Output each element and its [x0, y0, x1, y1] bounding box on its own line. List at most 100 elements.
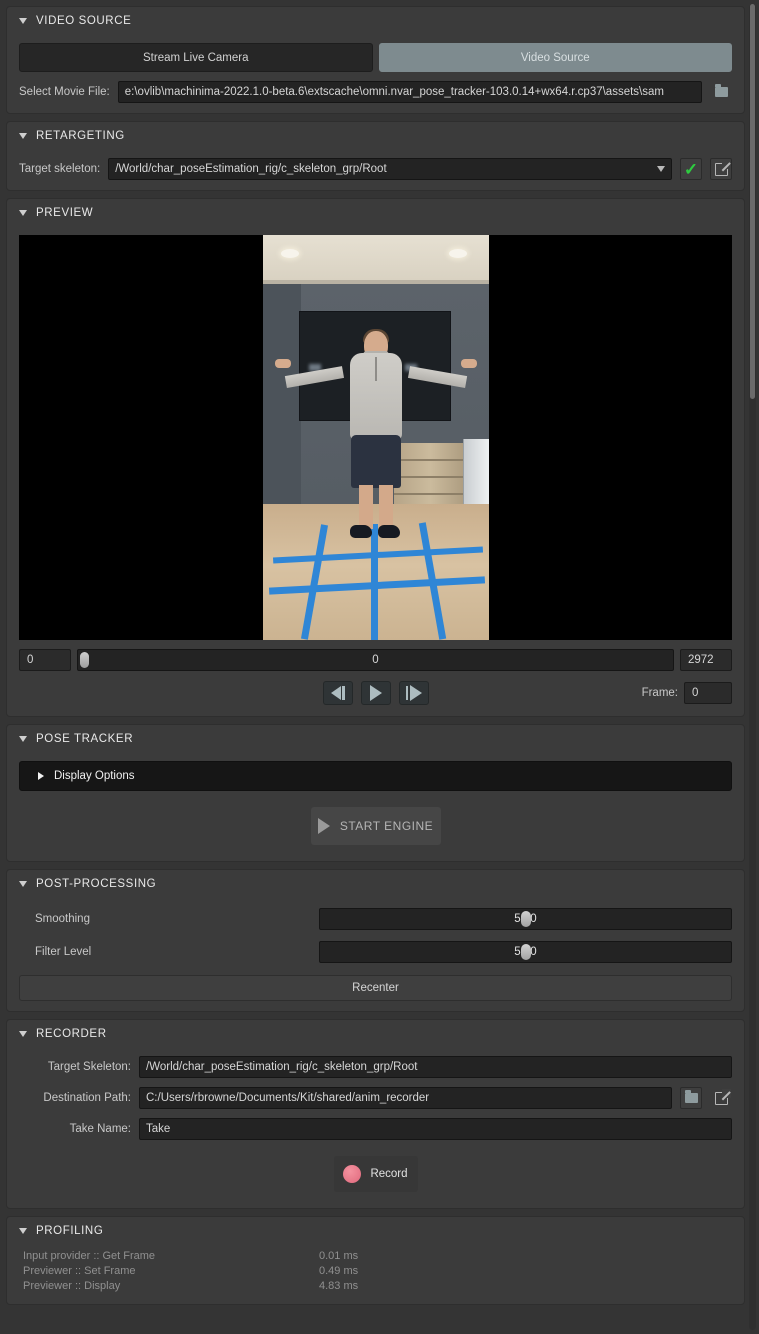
smoothing-label: Smoothing: [35, 913, 90, 925]
step-back-button[interactable]: [322, 681, 353, 705]
timeline-slider[interactable]: 0: [77, 649, 674, 671]
profiling-time: 0.49 ms: [319, 1265, 359, 1277]
chevron-down-icon[interactable]: [19, 880, 27, 887]
timeline-start-field[interactable]: 0: [19, 649, 71, 671]
movie-file-browse-button[interactable]: [710, 81, 732, 103]
frame-readout: Frame: 0: [642, 682, 732, 704]
chevron-down-icon[interactable]: [19, 17, 27, 24]
folder-icon: [684, 1090, 698, 1103]
filter-level-slider-handle[interactable]: [520, 944, 531, 960]
section-header-retargeting[interactable]: RETARGETING: [7, 122, 744, 149]
target-skeleton-row: Target skeleton: /World/char_poseEstimat…: [19, 158, 732, 180]
scrollbar-thumb[interactable]: [750, 4, 755, 399]
target-skeleton-label: Target skeleton:: [19, 163, 101, 175]
person-leg-right: [378, 485, 393, 529]
section-header-profiling[interactable]: PROFILING: [7, 1217, 744, 1244]
section-header-post-processing[interactable]: POST-PROCESSING: [7, 870, 744, 897]
destination-browse-button[interactable]: [680, 1087, 702, 1109]
play-icon: [369, 685, 382, 701]
vertical-scrollbar[interactable]: [749, 4, 756, 1330]
chevron-right-icon[interactable]: [38, 772, 44, 780]
timeline: 0 0 2972: [19, 649, 732, 671]
filter-level-slider[interactable]: 50.0: [319, 941, 732, 963]
play-button[interactable]: [360, 681, 391, 705]
frame-label: Frame:: [641, 687, 678, 699]
timeline-current-value: 0: [372, 654, 379, 666]
timeline-end-field[interactable]: 2972: [680, 649, 732, 671]
smoothing-slider[interactable]: 50.0: [319, 908, 732, 930]
chevron-down-icon[interactable]: [19, 1030, 27, 1037]
tab-video-source[interactable]: Video Source: [378, 43, 732, 72]
pose-tracker-panel: VIDEO SOURCE Stream Live Camera Video So…: [0, 0, 759, 1334]
recorder-destination-path-label: Destination Path:: [43, 1092, 131, 1104]
frame-input[interactable]: 0: [684, 682, 732, 704]
profiling-row: Previewer :: Set Frame 0.49 ms: [19, 1264, 732, 1279]
filter-level-row: Filter Level 50.0: [19, 941, 732, 963]
chevron-down-icon[interactable]: [19, 735, 27, 742]
floor-tape: [300, 524, 328, 640]
start-engine-button[interactable]: START ENGINE: [310, 807, 441, 845]
section-header-recorder[interactable]: RECORDER: [7, 1020, 744, 1047]
profiling-name: Input provider :: Get Frame: [23, 1250, 156, 1262]
timeline-slider-handle[interactable]: [80, 652, 89, 668]
source-mode-tabs: Stream Live Camera Video Source: [19, 43, 732, 72]
profiling-row: Input provider :: Get Frame 0.01 ms: [19, 1249, 732, 1264]
video-preview-viewport[interactable]: [19, 235, 732, 640]
play-icon: [317, 818, 330, 834]
open-skeleton-button[interactable]: [710, 158, 732, 180]
tab-stream-live-camera[interactable]: Stream Live Camera: [19, 43, 373, 72]
movie-file-input[interactable]: e:\ovlib\machinima-2022.1.0-beta.6\extsc…: [117, 81, 702, 103]
section-title: PREVIEW: [36, 206, 94, 219]
movie-file-row: Select Movie File: e:\ovlib\machinima-20…: [19, 81, 732, 103]
floor-tape: [272, 546, 483, 564]
confirm-skeleton-button[interactable]: ✓: [680, 158, 702, 180]
record-label: Record: [370, 1168, 408, 1180]
chevron-down-icon[interactable]: [19, 209, 27, 216]
recorder-target-skeleton-input[interactable]: /World/char_poseEstimation_rig/c_skeleto…: [139, 1056, 732, 1078]
target-skeleton-combo[interactable]: /World/char_poseEstimation_rig/c_skeleto…: [108, 158, 672, 180]
chevron-down-icon[interactable]: [19, 1227, 27, 1234]
recorder-target-skeleton-row: Target Skeleton: /World/char_poseEstimat…: [19, 1056, 732, 1078]
section-title: POST-PROCESSING: [36, 877, 157, 890]
record-button[interactable]: Record: [333, 1156, 418, 1192]
section-title: RECORDER: [36, 1027, 107, 1040]
step-back-icon: [330, 686, 341, 700]
cabinet: [393, 443, 467, 511]
transport-controls: Frame: 0: [19, 680, 732, 706]
recorder-destination-path-input[interactable]: C:/Users/rbrowne/Documents/Kit/shared/an…: [139, 1087, 672, 1109]
destination-open-button[interactable]: [710, 1087, 732, 1109]
profiling-time: 0.01 ms: [319, 1250, 359, 1262]
recenter-button[interactable]: Recenter: [19, 975, 732, 1001]
movie-file-label: Select Movie File:: [19, 86, 110, 98]
section-header-preview[interactable]: PREVIEW: [7, 199, 744, 226]
recorder-take-name-row: Take Name: Take: [19, 1118, 732, 1140]
section-header-pose-tracker[interactable]: POSE TRACKER: [7, 725, 744, 752]
section-retargeting: RETARGETING Target skeleton: /World/char…: [6, 121, 745, 191]
section-title: RETARGETING: [36, 129, 125, 142]
section-video-source: VIDEO SOURCE Stream Live Camera Video So…: [6, 6, 745, 114]
step-forward-button[interactable]: [398, 681, 429, 705]
floor-tape: [370, 524, 378, 640]
ceiling-light: [280, 249, 299, 258]
profiling-time: 4.83 ms: [319, 1280, 359, 1292]
chevron-down-icon[interactable]: [19, 132, 27, 139]
smoothing-slider-handle[interactable]: [520, 911, 531, 927]
chevron-down-icon[interactable]: [657, 166, 665, 172]
person-shoe-right: [377, 525, 400, 538]
section-pose-tracker: POSE TRACKER Display Options START ENGIN…: [6, 724, 745, 862]
person-shoe-left: [349, 525, 372, 538]
section-preview: PREVIEW 0 0 2972 Frame: 0: [6, 198, 745, 717]
profiling-row: Previewer :: Display 4.83 ms: [19, 1279, 732, 1294]
start-engine-label: START ENGINE: [339, 819, 434, 833]
person-leg-left: [358, 485, 373, 529]
person-hand-right: [460, 359, 477, 368]
section-header-video-source[interactable]: VIDEO SOURCE: [7, 7, 744, 34]
section-title: VIDEO SOURCE: [36, 14, 132, 27]
section-post-processing: POST-PROCESSING Smoothing 50.0 Filter Le…: [6, 869, 745, 1012]
external-link-icon: [714, 1088, 731, 1105]
preview-video-frame: [262, 235, 489, 640]
display-options-toggle[interactable]: Display Options: [19, 761, 732, 791]
fridge: [462, 439, 489, 511]
recorder-take-name-input[interactable]: Take: [139, 1118, 732, 1140]
floor: [262, 504, 489, 640]
